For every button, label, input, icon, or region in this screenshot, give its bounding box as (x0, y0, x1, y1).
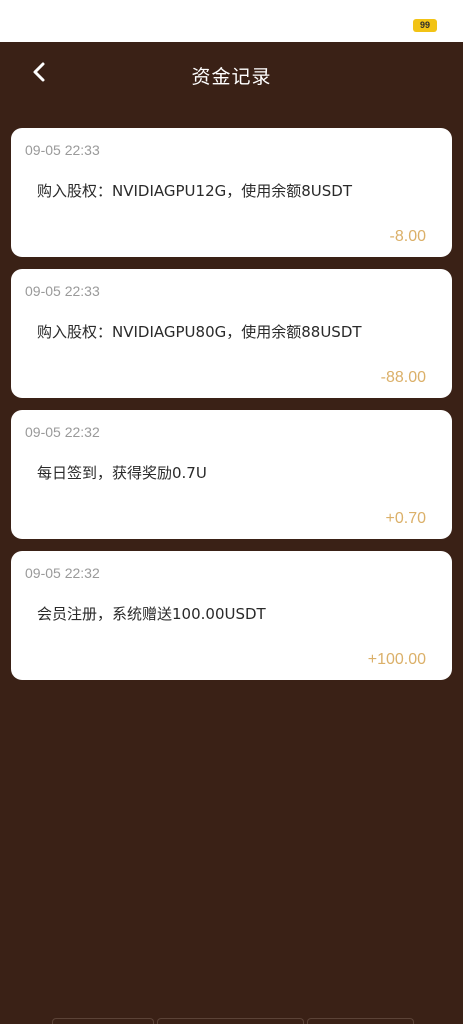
tab-edge[interactable] (52, 1018, 154, 1024)
nav-bar: 资金记录 (0, 42, 463, 106)
record-description: 会员注册，系统赠送100.00USDT (37, 605, 266, 623)
tab-edge[interactable] (157, 1018, 304, 1024)
record-card: 09-05 22:33 购入股权：NVIDIAGPU12G，使用余额8USDT … (11, 128, 452, 257)
record-amount: +0.70 (385, 510, 426, 527)
page-title: 资金记录 (191, 66, 272, 88)
record-time: 09-05 22:33 (25, 283, 100, 299)
record-time: 09-05 22:33 (25, 142, 100, 158)
record-list: 09-05 22:33 购入股权：NVIDIAGPU12G，使用余额8USDT … (11, 128, 452, 692)
record-time: 09-05 22:32 (25, 565, 100, 581)
record-card: 09-05 22:33 购入股权：NVIDIAGPU80G，使用余额88USDT… (11, 269, 452, 398)
status-bar: 99 (0, 0, 463, 42)
battery-indicator: 99 (413, 19, 437, 32)
record-description: 每日签到，获得奖励0.7U (37, 464, 207, 482)
record-amount: -88.00 (380, 369, 426, 386)
record-description: 购入股权：NVIDIAGPU12G，使用余额8USDT (37, 182, 352, 200)
bottom-tab-bar-edge (0, 1018, 463, 1024)
record-description: 购入股权：NVIDIAGPU80G，使用余额88USDT (37, 323, 362, 341)
record-amount: +100.00 (367, 651, 426, 668)
record-time: 09-05 22:32 (25, 424, 100, 440)
record-card: 09-05 22:32 会员注册，系统赠送100.00USDT +100.00 (11, 551, 452, 680)
tab-edge[interactable] (307, 1018, 414, 1024)
record-card: 09-05 22:32 每日签到，获得奖励0.7U +0.70 (11, 410, 452, 539)
record-amount: -8.00 (389, 228, 426, 245)
